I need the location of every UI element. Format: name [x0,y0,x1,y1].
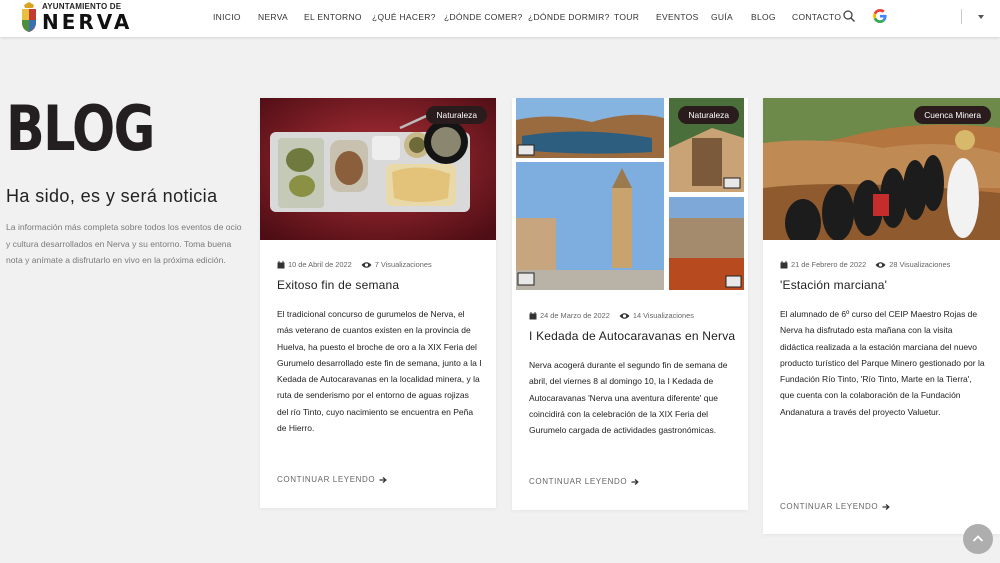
nav-item-el-entorno[interactable]: EL ENTORNO [304,12,362,22]
nav-item-eventos[interactable]: EVENTOS [656,12,699,22]
nav-item-tour[interactable]: TOUR [614,12,639,22]
site-header: AYUNTAMIENTO DE NERVA INICIO NERVA EL EN… [0,0,1000,37]
post-title[interactable]: Exitoso fin de semana [277,278,399,292]
google-translate-icon[interactable] [872,8,888,24]
arrow-right-icon [379,476,387,483]
page-subtitle: Ha sido, es y será noticia [6,186,218,206]
post-excerpt: El tradicional concurso de gurumelos de … [277,309,482,434]
post-views: 7 Visualizaciones [361,260,432,269]
post-excerpt: El alumnado de 6º curso del CEIP Maestro… [780,309,985,417]
calendar-icon [277,260,285,268]
page-description: La información más completa sobre todos … [6,222,242,265]
eye-icon [875,261,886,268]
site-logo[interactable]: AYUNTAMIENTO DE NERVA [20,2,132,32]
post-image-students[interactable]: Cuenca Minera [763,98,1000,240]
post-views: 28 Visualizaciones [875,260,950,269]
post-image-collage[interactable]: Naturaleza [512,98,748,292]
nav-item-que-hacer[interactable]: ¿QUÉ HACER? [372,12,436,22]
post-meta: 24 de Marzo de 2022 14 Visualizaciones [529,311,694,320]
calendar-icon [529,311,537,319]
nav-item-blog[interactable]: BLOG [751,12,776,22]
chevron-up-icon [972,535,984,542]
page-title: BLOG [6,92,155,165]
post-meta: 10 de Abril de 2022 7 Visualizaciones [277,260,432,269]
read-more-link[interactable]: CONTINUAR LEYENDO [277,475,387,484]
category-tag[interactable]: Cuenca Minera [914,106,991,124]
category-tag[interactable]: Naturaleza [678,106,739,124]
read-more-label: CONTINUAR LEYENDO [780,502,879,511]
blog-card: Naturaleza 10 de Abril de 2022 7 Visuali… [260,98,496,508]
post-views-count: 7 Visualizaciones [374,260,432,269]
category-tag[interactable]: Naturaleza [426,106,487,124]
logo-text: AYUNTAMIENTO DE NERVA [42,2,133,34]
logo-big-text: NERVA [42,9,133,34]
read-more-link[interactable]: CONTINUAR LEYENDO [529,477,639,486]
eye-icon [619,312,630,319]
calendar-icon [780,260,788,268]
post-title[interactable]: I Kedada de Autocaravanas en Nerva [529,329,735,343]
post-excerpt: Nerva acogerá durante el segundo fin de … [529,360,728,436]
post-image-food[interactable]: Naturaleza [260,98,496,240]
blog-card: Naturaleza 24 de Marzo de 2022 14 Visual… [512,98,748,510]
post-title[interactable]: 'Estación marciana' [780,278,887,292]
read-more-label: CONTINUAR LEYENDO [529,477,628,486]
arrow-right-icon [631,478,639,485]
read-more-link[interactable]: CONTINUAR LEYENDO [780,502,890,511]
post-views-count: 14 Visualizaciones [632,311,694,320]
post-date: 24 de Marzo de 2022 [540,311,610,320]
nav-divider [961,9,962,24]
blog-card: Cuenca Minera 21 de Febrero de 2022 28 V… [763,98,1000,534]
coat-of-arms-icon [22,2,36,32]
post-views: 14 Visualizaciones [619,311,694,320]
nav-item-nerva[interactable]: NERVA [258,12,288,22]
eye-icon [361,261,372,268]
nav-item-contacto[interactable]: CONTACTO [792,12,841,22]
post-date: 10 de Abril de 2022 [288,260,352,269]
nav-item-donde-comer[interactable]: ¿DÓNDE COMER? [444,12,523,22]
nav-item-inicio[interactable]: INICIO [213,12,241,22]
read-more-label: CONTINUAR LEYENDO [277,475,376,484]
arrow-right-icon [882,503,890,510]
chevron-down-icon[interactable] [977,13,985,21]
post-views-count: 28 Visualizaciones [889,260,951,269]
scroll-to-top-button[interactable] [963,524,993,554]
post-date: 21 de Febrero de 2022 [791,260,867,269]
post-meta: 21 de Febrero de 2022 28 Visualizaciones [780,260,950,269]
nav-item-donde-dormir[interactable]: ¿DÓNDE DORMIR? [528,12,610,22]
search-icon[interactable] [842,9,856,23]
nav-item-guia[interactable]: GUÍA [711,12,733,22]
